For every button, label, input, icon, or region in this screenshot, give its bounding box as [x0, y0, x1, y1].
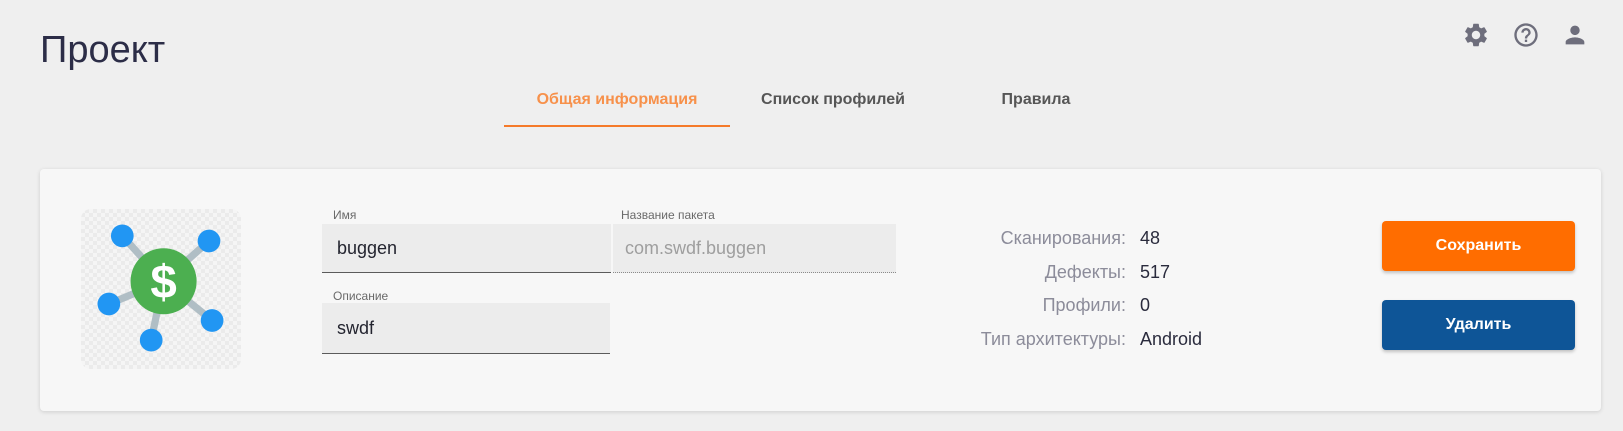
network-node	[110, 224, 134, 248]
project-logo: $	[81, 209, 241, 369]
page-title: Проект	[40, 29, 166, 71]
name-field-label: Имя	[333, 208, 357, 222]
help-button[interactable]	[1512, 21, 1540, 49]
stat-label: Сканирования:	[1000, 228, 1126, 249]
network-dollar-icon: $	[97, 224, 224, 352]
save-button[interactable]: Сохранить	[1382, 221, 1575, 271]
settings-button[interactable]	[1462, 21, 1490, 49]
stat-value: 48	[1140, 228, 1161, 249]
network-node	[200, 309, 224, 332]
user-icon	[1565, 25, 1585, 45]
network-node	[139, 328, 163, 352]
stat-row-profiles: Профили: 0	[860, 289, 1300, 323]
network-node	[197, 229, 221, 253]
package-field-label: Название пакета	[621, 208, 715, 222]
project-stats: Сканирования: 48 Дефекты: 517 Профили: 0…	[860, 222, 1300, 356]
project-card: $ Имя Название пакета Описание Сканирова…	[40, 169, 1601, 411]
stat-row-defects: Дефекты: 517	[860, 256, 1300, 290]
stat-value: Android	[1140, 328, 1203, 349]
stat-label: Дефекты:	[1044, 261, 1126, 282]
package-name-field	[613, 224, 896, 273]
active-tab-indicator	[504, 125, 730, 127]
dollar-sign: $	[150, 256, 176, 309]
tab-rules[interactable]: Правила	[936, 86, 1136, 114]
stat-value: 517	[1140, 261, 1171, 282]
stat-value: 0	[1140, 295, 1151, 316]
help-icon	[1514, 23, 1538, 47]
tab-profiles-list[interactable]: Список профилей	[730, 86, 936, 114]
description-field[interactable]	[322, 303, 610, 354]
gear-icon	[1465, 23, 1487, 47]
stat-row-scans: Сканирования: 48	[860, 222, 1300, 256]
name-field[interactable]	[322, 224, 611, 273]
account-button[interactable]	[1561, 21, 1589, 49]
network-node	[97, 292, 121, 316]
stat-row-architecture: Тип архитектуры: Android	[860, 323, 1300, 357]
description-field-label: Описание	[333, 289, 389, 303]
stat-label: Тип архитектуры:	[980, 328, 1126, 349]
delete-button[interactable]: Удалить	[1382, 300, 1575, 350]
stat-label: Профили:	[1042, 295, 1126, 316]
tab-general-info[interactable]: Общая информация	[504, 86, 730, 114]
